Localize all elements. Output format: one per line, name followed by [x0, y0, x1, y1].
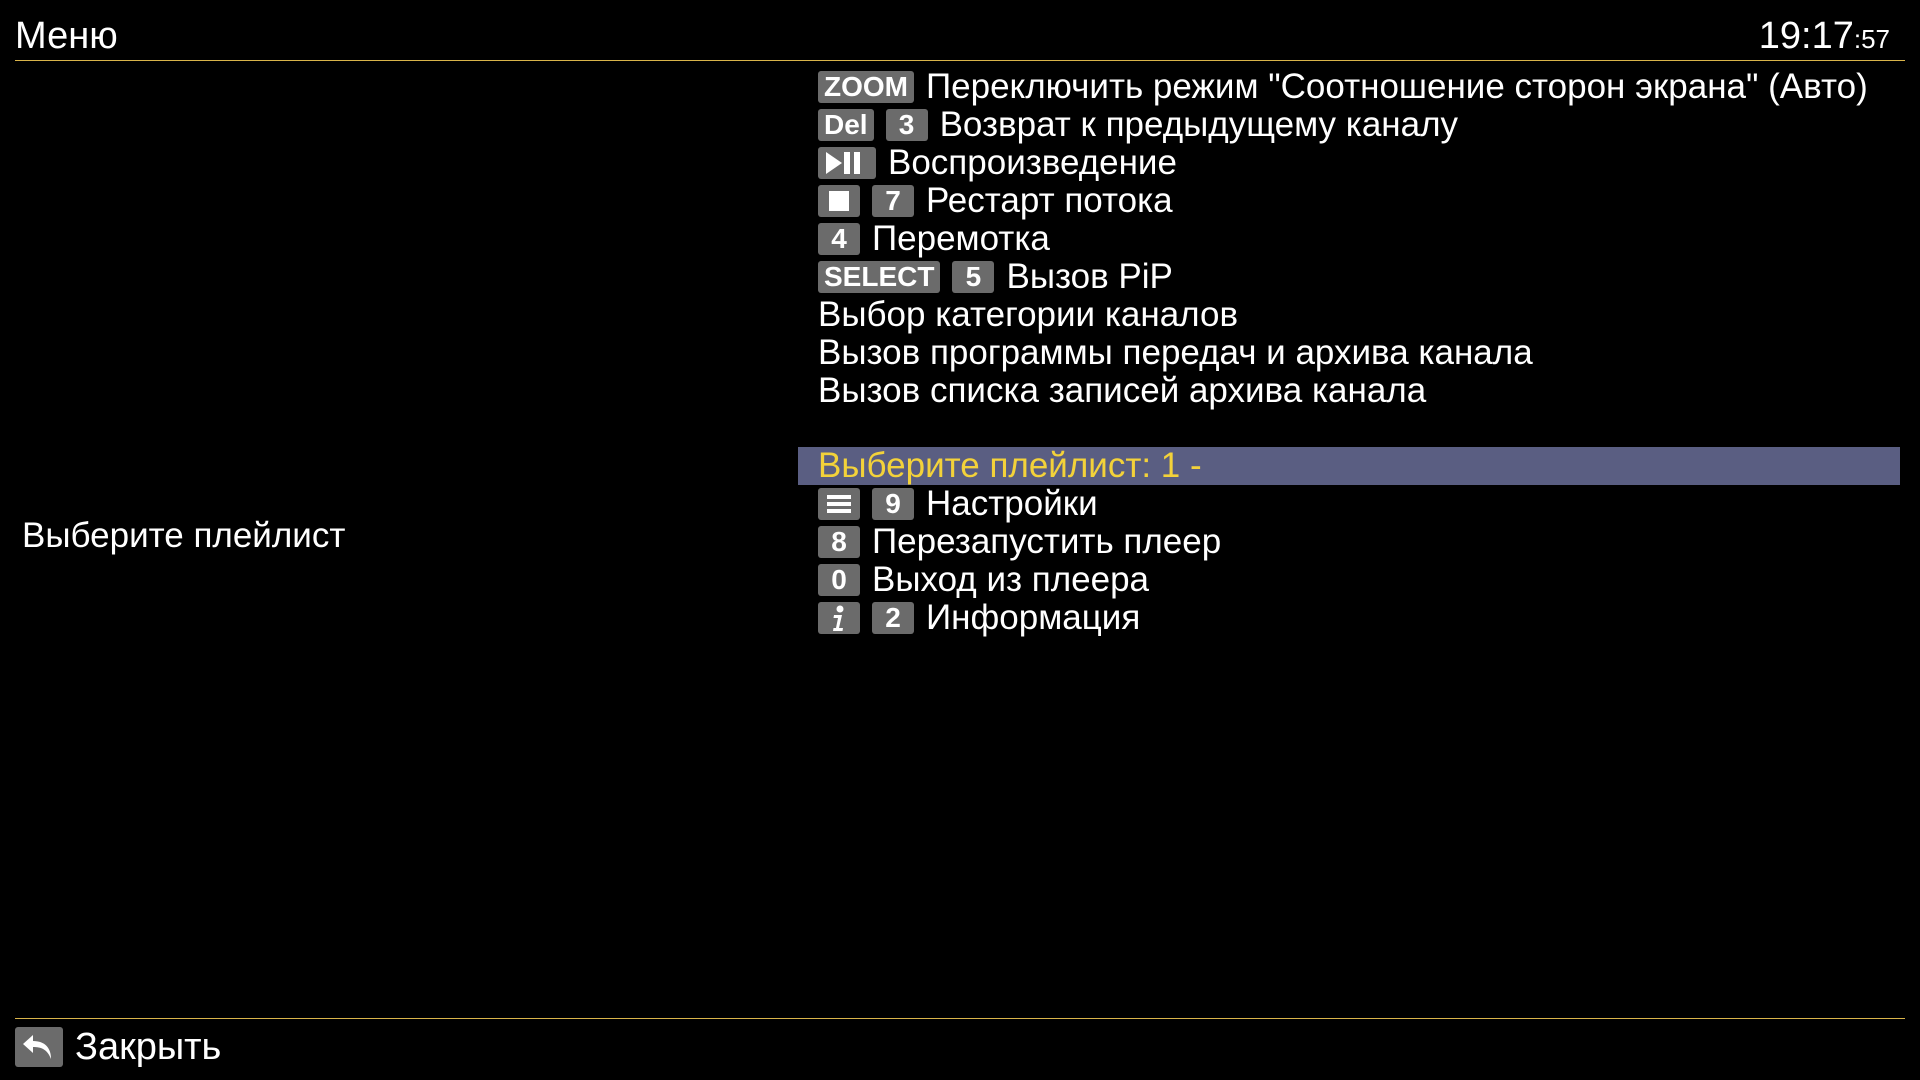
menu-item-restart-stream[interactable]: 7 Рестарт потока	[798, 182, 1900, 220]
player-menu-screen: Меню 19:17:57 Выберите плейлист ZOOM Пер…	[0, 0, 1920, 1080]
page-title: Меню	[15, 15, 118, 57]
menu-item-select-playlist[interactable]: Выберите плейлист: 1 -	[798, 447, 1900, 485]
menu-item-information[interactable]: 2 Информация	[798, 599, 1900, 637]
menu-item-label: Воспроизведение	[888, 144, 1177, 182]
menu-item-label: Вызов списка записей архива канала	[818, 372, 1427, 410]
digit-key-7: 7	[872, 185, 914, 217]
menu-item-label: Перезапустить плеер	[872, 523, 1222, 561]
playlist-hint: Выберите плейлист	[22, 516, 346, 555]
menu-item-label: Перемотка	[872, 220, 1050, 258]
digit-key-3: 3	[885, 109, 928, 141]
digit-key-4: 4	[818, 223, 860, 255]
clock: 19:17:57	[1759, 14, 1890, 61]
zoom-key: ZOOM	[818, 71, 914, 103]
menu-item-playback[interactable]: Воспроизведение	[798, 144, 1900, 182]
stop-icon	[818, 185, 860, 217]
menu-item-channel-category[interactable]: Выбор категории каналов	[798, 296, 1900, 334]
menu-item-exit-player[interactable]: 0 Выход из плеера	[798, 561, 1900, 599]
menu-item-aspect-ratio[interactable]: ZOOM Переключить режим "Соотношение стор…	[798, 68, 1900, 106]
menu-item-label: Выход из плеера	[872, 561, 1150, 599]
close-button[interactable]: Закрыть	[15, 1025, 221, 1069]
menu-item-label: Информация	[926, 599, 1141, 637]
clock-hours-minutes: 19:17	[1758, 15, 1854, 57]
menu-item-label: Вызов программы передач и архива канала	[818, 334, 1533, 372]
digit-key-0: 0	[818, 564, 860, 596]
del-key: Del	[818, 109, 874, 141]
menu-item-rewind[interactable]: 4 Перемотка	[798, 220, 1900, 258]
menu-item-settings[interactable]: 9 Настройки	[798, 485, 1900, 523]
digit-key-8: 8	[818, 526, 860, 558]
menu-item-pip[interactable]: SELECT 5 Вызов PiP	[798, 258, 1900, 296]
menu-item-label: Рестарт потока	[926, 182, 1173, 220]
menu-icon	[818, 488, 860, 520]
digit-key-5: 5	[952, 261, 995, 293]
menu-item-label: Выберите плейлист: 1 -	[818, 447, 1202, 485]
footer: Закрыть	[15, 1018, 1905, 1080]
menu-item-archive-records[interactable]: Вызов списка записей архива канала	[798, 372, 1900, 410]
menu-item-restart-player[interactable]: 8 Перезапустить плеер	[798, 523, 1900, 561]
menu-list: ZOOM Переключить режим "Соотношение стор…	[798, 68, 1900, 637]
menu-item-previous-channel[interactable]: Del 3 Возврат к предыдущему каналу	[798, 106, 1900, 144]
digit-key-2: 2	[872, 602, 914, 634]
menu-item-label: Возврат к предыдущему каналу	[939, 106, 1459, 144]
clock-seconds: :57	[1853, 24, 1890, 54]
back-arrow-icon	[15, 1027, 63, 1067]
menu-item-label: Выбор категории каналов	[818, 296, 1239, 334]
menu-item-label: Переключить режим "Соотношение сторон эк…	[926, 68, 1868, 106]
digit-key-9: 9	[872, 488, 914, 520]
menu-spacer	[798, 410, 1900, 447]
play-pause-icon	[818, 147, 876, 179]
close-label: Закрыть	[75, 1026, 222, 1068]
info-icon	[818, 602, 860, 634]
menu-item-epg-archive[interactable]: Вызов программы передач и архива канала	[798, 334, 1900, 372]
menu-item-label: Настройки	[926, 485, 1098, 523]
select-key: SELECT	[818, 261, 941, 293]
header: Меню 19:17:57	[15, 0, 1905, 61]
menu-item-label: Вызов PiP	[1006, 258, 1173, 296]
